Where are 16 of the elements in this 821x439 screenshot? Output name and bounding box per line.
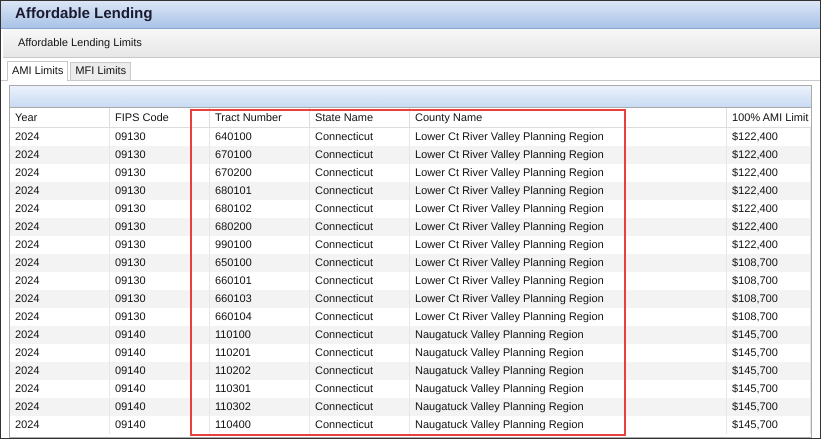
table-cell: 2024 <box>10 416 110 434</box>
table-cell: 110400 <box>210 416 310 434</box>
column-header[interactable]: FIPS Code <box>110 108 210 127</box>
table-cell: $145,700 <box>727 416 811 434</box>
table-cell: Naugatuck Valley Planning Region <box>410 416 727 434</box>
column-header[interactable]: Year <box>10 108 110 127</box>
tab[interactable]: AMI Limits <box>7 61 68 81</box>
column-header[interactable]: State Name <box>310 108 410 127</box>
column-header[interactable]: Tract Number <box>210 108 310 127</box>
column-header[interactable]: 100% AMI Limit <box>727 108 811 127</box>
tab[interactable]: MFI Limits <box>70 62 132 80</box>
column-header[interactable]: County Name <box>410 108 727 127</box>
window-title: Affordable Lending <box>15 4 152 24</box>
table-cell: Connecticut <box>310 416 410 434</box>
table-cell: 09140 <box>110 416 210 434</box>
page-subtitle: Affordable Lending Limits <box>18 36 142 51</box>
